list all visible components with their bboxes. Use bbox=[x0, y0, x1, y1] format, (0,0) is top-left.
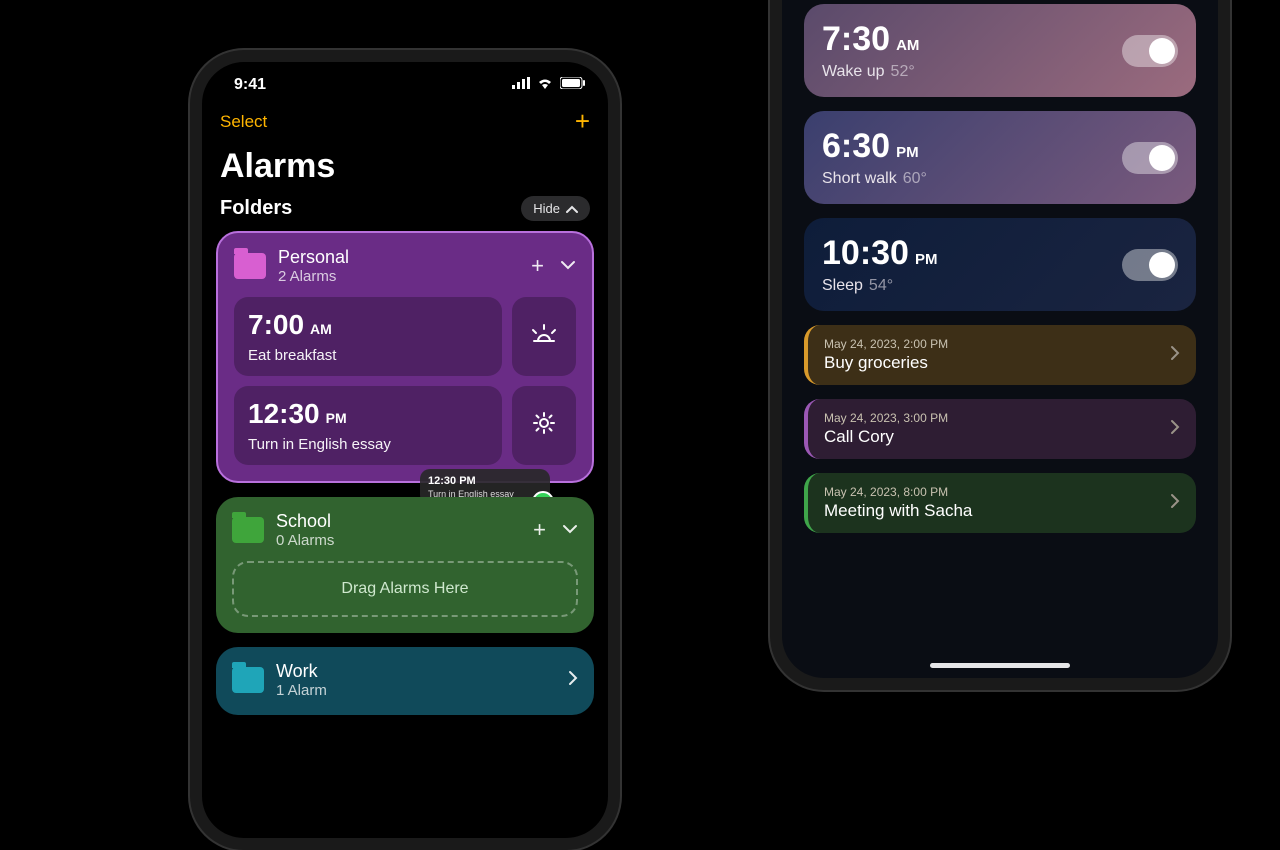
chevron-up-icon bbox=[566, 201, 578, 216]
folder-name: School bbox=[276, 511, 521, 532]
alarm-tile[interactable]: 12:30 PM Turn in English essay bbox=[234, 386, 502, 465]
alarm-time: 7:00 bbox=[248, 309, 304, 341]
select-button[interactable]: Select bbox=[220, 112, 267, 132]
folder-personal[interactable]: Personal 2 Alarms + 7:00 AM Eat breakfas… bbox=[216, 231, 594, 483]
phone-widgets: 7:30 AM Wake up 52° 6:30 PM Short walk 60° bbox=[770, 0, 1230, 690]
folder-icon bbox=[234, 253, 266, 279]
alarm-label: Short walk bbox=[822, 170, 897, 187]
nav-bar: Select + bbox=[202, 100, 608, 141]
alarm-ampm: AM bbox=[310, 321, 332, 337]
reminder-item[interactable]: May 24, 2023, 2:00 PM Buy groceries bbox=[804, 325, 1196, 385]
folder-icon bbox=[232, 667, 264, 693]
sun-icon bbox=[532, 411, 556, 441]
alarm-tile[interactable]: 7:00 AM Eat breakfast bbox=[234, 297, 502, 376]
folder-icon bbox=[232, 517, 264, 543]
alarm-label: Wake up bbox=[822, 63, 885, 80]
folder-school[interactable]: School 0 Alarms + Drag Alarms Here bbox=[216, 497, 594, 633]
chevron-right-icon[interactable] bbox=[568, 670, 578, 691]
reminder-date: May 24, 2023, 2:00 PM bbox=[824, 337, 948, 351]
drop-target[interactable]: Drag Alarms Here bbox=[232, 561, 578, 617]
alarm-toggle[interactable] bbox=[1122, 142, 1178, 174]
alarm-time: 10:30 bbox=[822, 234, 909, 273]
add-alarm-button[interactable]: + bbox=[575, 106, 590, 137]
folder-add-button[interactable]: + bbox=[531, 253, 544, 279]
reminder-date: May 24, 2023, 3:00 PM bbox=[824, 411, 948, 425]
reminder-date: May 24, 2023, 8:00 PM bbox=[824, 485, 972, 499]
chevron-down-icon[interactable] bbox=[560, 257, 576, 275]
alarm-time: 6:30 bbox=[822, 127, 890, 166]
alarm-detail-button[interactable] bbox=[512, 297, 576, 376]
status-time: 9:41 bbox=[234, 76, 266, 94]
reminder-title: Call Cory bbox=[824, 427, 948, 447]
page-title: Alarms bbox=[202, 141, 608, 196]
folder-name: Work bbox=[276, 661, 556, 682]
alarm-temp: 60° bbox=[903, 170, 927, 187]
alarm-toggle[interactable] bbox=[1122, 249, 1178, 281]
reminder-item[interactable]: May 24, 2023, 8:00 PM Meeting with Sacha bbox=[804, 473, 1196, 533]
alarm-time: 12:30 bbox=[248, 398, 320, 430]
alarm-ampm: PM bbox=[896, 144, 919, 161]
alarm-toggle[interactable] bbox=[1122, 35, 1178, 67]
alarm-widget[interactable]: 7:30 AM Wake up 52° bbox=[804, 4, 1196, 97]
hide-label: Hide bbox=[533, 201, 560, 216]
sunrise-icon bbox=[531, 323, 557, 351]
reminder-item[interactable]: May 24, 2023, 3:00 PM Call Cory bbox=[804, 399, 1196, 459]
folder-add-button[interactable]: + bbox=[533, 517, 546, 543]
folder-work[interactable]: Work 1 Alarm bbox=[216, 647, 594, 715]
phone-alarms-app: 9:41 Select + Alarms Folders Hide bbox=[190, 50, 620, 850]
alarm-time: 7:30 bbox=[822, 20, 890, 59]
reminder-title: Buy groceries bbox=[824, 353, 948, 373]
status-bar: 9:41 bbox=[202, 62, 608, 100]
alarm-widget[interactable]: 6:30 PM Short walk 60° bbox=[804, 111, 1196, 204]
folder-name: Personal bbox=[278, 247, 519, 268]
drop-label: Drag Alarms Here bbox=[341, 580, 468, 598]
chevron-right-icon bbox=[1170, 345, 1180, 366]
chevron-right-icon bbox=[1170, 419, 1180, 440]
cellular-icon bbox=[512, 76, 530, 94]
alarm-widget[interactable]: 10:30 PM Sleep 54° bbox=[804, 218, 1196, 311]
battery-icon bbox=[560, 76, 586, 94]
folder-count: 2 Alarms bbox=[278, 268, 519, 285]
home-indicator[interactable] bbox=[930, 663, 1070, 668]
chevron-right-icon bbox=[1170, 493, 1180, 514]
wifi-icon bbox=[536, 76, 554, 94]
alarm-ampm: PM bbox=[326, 410, 347, 426]
folders-header: Folders Hide bbox=[202, 196, 608, 231]
alarm-ampm: AM bbox=[896, 37, 919, 54]
folders-label: Folders bbox=[220, 197, 292, 220]
folder-count: 1 Alarm bbox=[276, 682, 556, 699]
alarm-temp: 54° bbox=[869, 277, 893, 294]
alarm-detail-button[interactable] bbox=[512, 386, 576, 465]
reminder-title: Meeting with Sacha bbox=[824, 501, 972, 521]
alarm-temp: 52° bbox=[891, 63, 915, 80]
drag-preview-time: 12:30 PM bbox=[428, 475, 542, 487]
hide-folders-button[interactable]: Hide bbox=[521, 196, 590, 221]
chevron-down-icon[interactable] bbox=[562, 521, 578, 539]
folder-count: 0 Alarms bbox=[276, 532, 521, 549]
alarm-label: Turn in English essay bbox=[248, 436, 488, 453]
alarm-label: Eat breakfast bbox=[248, 347, 488, 364]
alarm-label: Sleep bbox=[822, 277, 863, 294]
alarm-ampm: PM bbox=[915, 251, 938, 268]
